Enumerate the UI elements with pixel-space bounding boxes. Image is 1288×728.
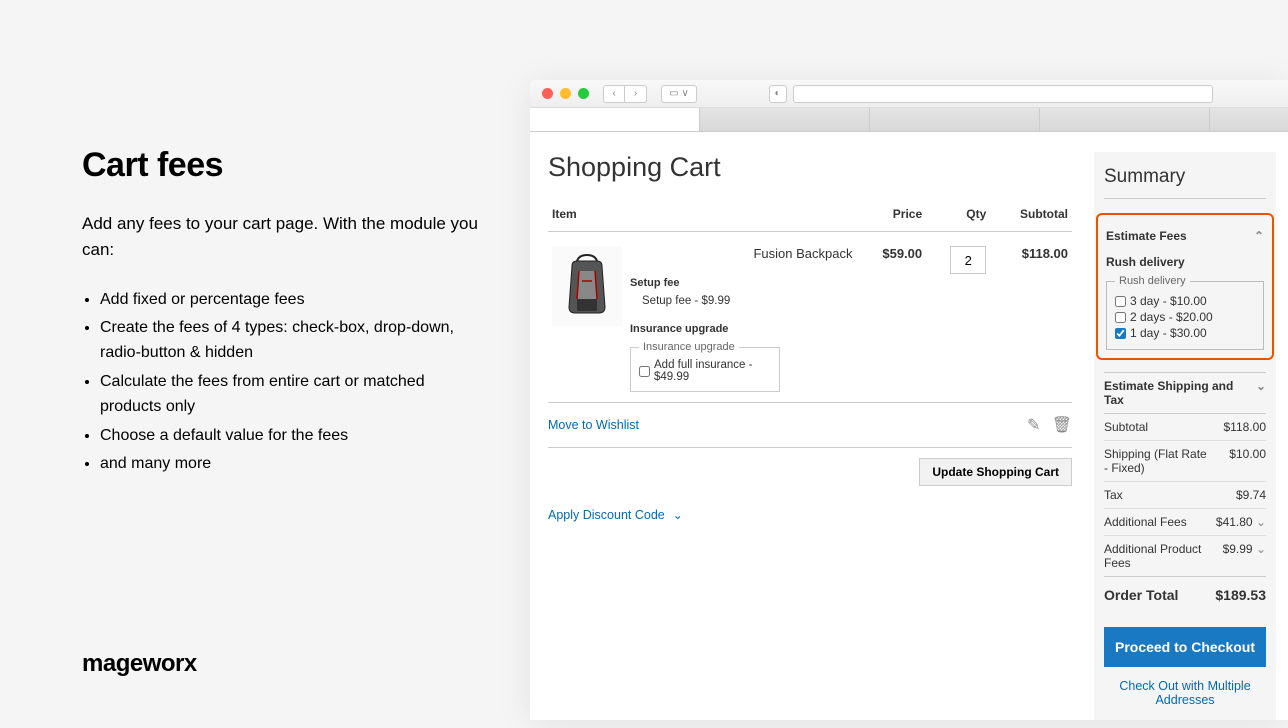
- chevron-down-icon: ⌄: [1256, 379, 1266, 407]
- tax-value: $9.74: [1236, 488, 1266, 502]
- browser-toolbar: ‹ › ▭ ∨ ◐: [530, 80, 1288, 108]
- close-window-icon[interactable]: [542, 88, 553, 99]
- update-cart-button[interactable]: Update Shopping Cart: [919, 458, 1072, 486]
- product-fees-value: $9.99: [1223, 542, 1253, 556]
- table-row: Fusion Backpack Setup fee Setup fee - $9…: [548, 232, 1072, 403]
- cart-heading: Shopping Cart: [548, 152, 1072, 183]
- browser-tab[interactable]: [700, 108, 870, 131]
- chevron-up-icon: ⌃: [1254, 229, 1264, 243]
- list-item: Calculate the fees from entire cart or m…: [100, 370, 482, 420]
- nav-back-button[interactable]: ‹: [603, 85, 625, 103]
- setup-fee-label: Setup fee: [630, 277, 852, 289]
- rush-option-label: 3 day - $10.00: [1130, 294, 1207, 308]
- move-to-wishlist-link[interactable]: Move to Wishlist: [548, 418, 639, 432]
- chevron-down-icon: ⌄: [673, 508, 683, 522]
- rush-checkbox[interactable]: [1115, 312, 1126, 323]
- insurance-upgrade-label: Insurance upgrade: [630, 323, 852, 335]
- shipping-value: $10.00: [1229, 447, 1266, 475]
- tax-label: Tax: [1104, 488, 1123, 502]
- insurance-option-label: Add full insurance - $49.99: [654, 359, 771, 383]
- page-description: Add any fees to your cart page. With the…: [82, 211, 482, 264]
- summary-panel: Summary Estimate Fees ⌃ Rush delivery Ru…: [1094, 152, 1276, 720]
- product-fees-label: Additional Product Fees: [1104, 542, 1214, 570]
- rush-option-1day[interactable]: 1 day - $30.00: [1115, 325, 1255, 341]
- subtotal-label: Subtotal: [1104, 420, 1148, 434]
- setup-fee-value: Setup fee - $9.99: [630, 295, 852, 307]
- item-subtotal: $118.00: [990, 232, 1072, 403]
- insurance-upgrade-fieldset: Insurance upgrade Add full insurance - $…: [630, 341, 780, 392]
- qty-input[interactable]: [950, 246, 986, 274]
- feature-list: Add fixed or percentage fees Create the …: [82, 288, 482, 478]
- order-total-value: $189.53: [1215, 587, 1266, 603]
- col-item: Item: [548, 207, 856, 232]
- browser-tab[interactable]: [1040, 108, 1210, 131]
- summary-title: Summary: [1104, 166, 1266, 199]
- col-qty: Qty: [926, 207, 990, 232]
- browser-tab-active[interactable]: [530, 108, 700, 131]
- browser-window: ‹ › ▭ ∨ ◐ Shopping Cart Item Price Qty S…: [530, 80, 1288, 720]
- multi-address-link[interactable]: Check Out with Multiple Addresses: [1119, 679, 1250, 707]
- list-item: Create the fees of 4 types: check-box, d…: [100, 316, 482, 366]
- rush-option-label: 2 days - $20.00: [1130, 310, 1213, 324]
- col-price: Price: [856, 207, 926, 232]
- rush-option-3day[interactable]: 3 day - $10.00: [1115, 293, 1255, 309]
- rush-checkbox[interactable]: [1115, 328, 1126, 339]
- address-bar[interactable]: [793, 85, 1213, 103]
- minimize-window-icon[interactable]: [560, 88, 571, 99]
- nav-forward-button[interactable]: ›: [625, 85, 647, 103]
- estimate-fees-label: Estimate Fees: [1106, 229, 1187, 243]
- list-item: Choose a default value for the fees: [100, 424, 482, 449]
- estimate-fees-highlight: Estimate Fees ⌃ Rush delivery Rush deliv…: [1096, 213, 1274, 360]
- fullscreen-window-icon[interactable]: [578, 88, 589, 99]
- product-name[interactable]: Fusion Backpack: [630, 246, 852, 261]
- additional-fees-value: $41.80: [1216, 515, 1253, 529]
- cart-table: Item Price Qty Subtotal: [548, 207, 1072, 402]
- order-total-label: Order Total: [1104, 587, 1178, 603]
- chevron-down-icon[interactable]: ⌄: [1256, 515, 1266, 529]
- shipping-label: Shipping (Flat Rate - Fixed): [1104, 447, 1214, 475]
- list-item: and many more: [100, 452, 482, 477]
- estimate-fees-toggle[interactable]: Estimate Fees ⌃: [1106, 223, 1264, 249]
- rush-delivery-fieldset: Rush delivery 3 day - $10.00 2 days - $2…: [1106, 275, 1264, 350]
- insurance-checkbox[interactable]: [639, 366, 650, 377]
- rush-legend: Rush delivery: [1115, 275, 1190, 287]
- chevron-down-icon[interactable]: ⌄: [1256, 542, 1266, 556]
- page-title: Cart fees: [82, 146, 482, 185]
- apply-discount-toggle[interactable]: Apply Discount Code: [548, 508, 665, 522]
- rush-checkbox[interactable]: [1115, 296, 1126, 307]
- backpack-icon: [557, 251, 617, 321]
- sidebar-toggle-button[interactable]: ▭ ∨: [661, 85, 697, 103]
- additional-fees-label: Additional Fees: [1104, 515, 1187, 529]
- browser-tab[interactable]: [870, 108, 1040, 131]
- list-item: Add fixed or percentage fees: [100, 288, 482, 313]
- col-subtotal: Subtotal: [990, 207, 1072, 232]
- insurance-option[interactable]: Add full insurance - $49.99: [639, 359, 771, 383]
- subtotal-value: $118.00: [1224, 420, 1267, 434]
- brand-logo: mageworx: [82, 650, 197, 678]
- window-controls[interactable]: [542, 88, 589, 99]
- browser-tabs: [530, 108, 1288, 132]
- item-price: $59.00: [856, 232, 926, 403]
- checkout-button[interactable]: Proceed to Checkout: [1104, 627, 1266, 667]
- estimate-shipping-toggle[interactable]: Estimate Shipping and Tax ⌄: [1104, 372, 1266, 414]
- edit-item-icon[interactable]: ✎: [1027, 417, 1040, 434]
- insurance-legend: Insurance upgrade: [639, 341, 739, 353]
- rush-delivery-label: Rush delivery: [1106, 255, 1264, 269]
- rush-option-label: 1 day - $30.00: [1130, 326, 1207, 340]
- rush-option-2day[interactable]: 2 days - $20.00: [1115, 309, 1255, 325]
- remove-item-icon[interactable]: 🗑: [1052, 417, 1072, 434]
- estimate-shipping-label: Estimate Shipping and Tax: [1104, 379, 1256, 407]
- privacy-shield-icon[interactable]: ◐: [769, 85, 787, 103]
- product-thumbnail[interactable]: [552, 246, 622, 326]
